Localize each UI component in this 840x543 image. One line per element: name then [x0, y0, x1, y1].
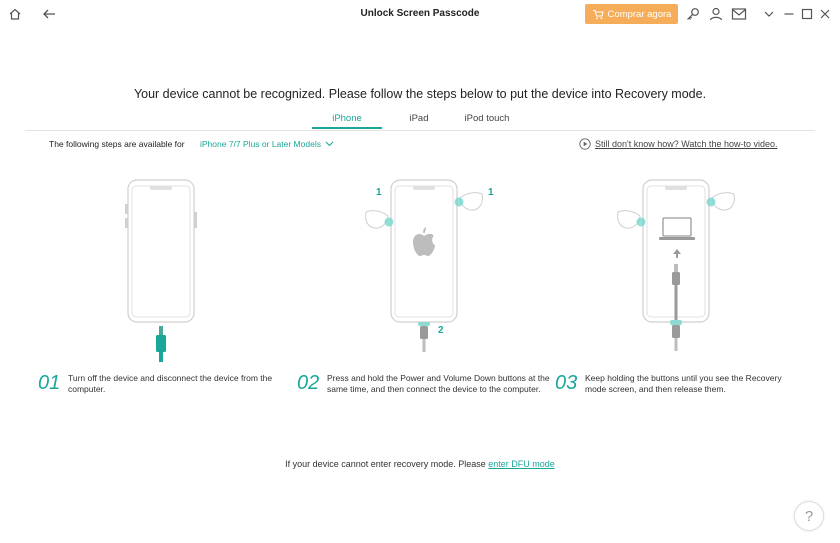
step-number: 02 — [297, 372, 320, 394]
available-label: The following steps are available for — [49, 139, 185, 149]
user-icon[interactable] — [706, 4, 726, 24]
play-circle-icon — [579, 138, 591, 150]
tab-ipod-touch[interactable]: iPod touch — [456, 111, 518, 129]
buy-now-label: Comprar agora — [607, 8, 672, 20]
step-description: Keep holding the buttons until you see t… — [585, 373, 782, 394]
back-icon[interactable] — [39, 4, 59, 24]
callout-number: 1 — [376, 187, 382, 198]
howto-video-label: Still don't know how? Watch the how-to v… — [595, 139, 778, 149]
left-hand-finger — [617, 210, 646, 229]
step-number: 03 — [555, 372, 578, 394]
tab-ipad[interactable]: iPad — [382, 111, 456, 129]
model-select-value: iPhone 7/7 Plus or Later Models — [200, 139, 321, 149]
left-hand-finger — [365, 210, 394, 229]
step-2: 02 Press and hold the Power and Volume D… — [297, 373, 553, 395]
step-description: Press and hold the Power and Volume Down… — [327, 373, 550, 394]
maximize-icon[interactable] — [797, 4, 817, 24]
lightning-cable — [418, 322, 430, 352]
step-number: 01 — [38, 372, 61, 394]
right-hand-finger — [706, 192, 735, 211]
dfu-hint-text: If your device cannot enter recovery mod… — [285, 459, 489, 469]
mail-icon[interactable] — [729, 4, 749, 24]
step-1: 01 Turn off the device and disconnect th… — [38, 373, 294, 395]
enter-dfu-mode-link[interactable]: enter DFU mode — [488, 459, 555, 469]
model-select[interactable]: iPhone 7/7 Plus or Later Models — [200, 139, 334, 149]
dfu-hint: If your device cannot enter recovery mod… — [0, 459, 840, 469]
close-icon[interactable] — [815, 4, 835, 24]
step-description: Turn off the device and disconnect the d… — [68, 373, 273, 394]
tab-iphone[interactable]: iPhone — [312, 111, 382, 129]
callout-number: 2 — [438, 325, 444, 336]
phone-outline — [125, 179, 197, 323]
step3-illustration — [617, 179, 735, 351]
lightning-cable — [156, 326, 166, 362]
buy-now-button[interactable]: Comprar agora — [585, 4, 678, 24]
help-button[interactable]: ? — [794, 501, 824, 531]
chevron-down-icon[interactable] — [759, 4, 779, 24]
step2-illustration — [365, 179, 483, 352]
right-hand-finger — [454, 192, 483, 211]
device-tabs: iPhone iPad iPod touch — [312, 111, 518, 129]
step-3: 03 Keep holding the buttons until you se… — [555, 373, 805, 395]
tabs-divider — [25, 130, 815, 131]
page-headline: Your device cannot be recognized. Please… — [133, 87, 707, 101]
callout-number: 1 — [488, 187, 494, 198]
howto-video-link[interactable]: Still don't know how? Watch the how-to v… — [579, 138, 777, 150]
chevron-down-icon — [325, 141, 334, 147]
key-icon[interactable] — [683, 4, 703, 24]
title-bar: Unlock Screen Passcode Comprar agora — [0, 0, 840, 28]
home-icon[interactable] — [5, 4, 25, 24]
cart-icon — [592, 9, 604, 19]
step1-illustration — [125, 179, 197, 362]
minimize-icon[interactable] — [779, 4, 799, 24]
